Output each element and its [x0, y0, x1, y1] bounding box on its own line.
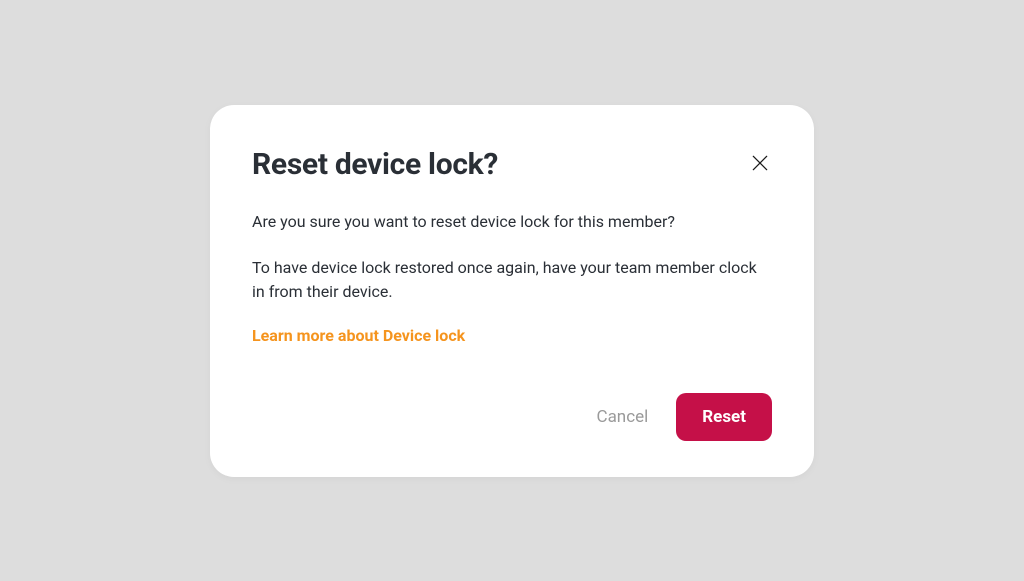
learn-more-link[interactable]: Learn more about Device lock: [252, 326, 465, 345]
reset-device-lock-modal: Reset device lock? Are you sure you want…: [210, 105, 814, 477]
close-icon: [750, 153, 770, 173]
confirmation-question: Are you sure you want to reset device lo…: [252, 210, 772, 234]
modal-title: Reset device lock?: [252, 147, 498, 182]
reset-button[interactable]: Reset: [676, 393, 772, 441]
modal-header: Reset device lock?: [252, 147, 772, 182]
restore-instructions: To have device lock restored once again,…: [252, 256, 772, 304]
modal-footer: Cancel Reset: [252, 393, 772, 441]
modal-body: Are you sure you want to reset device lo…: [252, 210, 772, 345]
close-button[interactable]: [748, 151, 772, 175]
cancel-button[interactable]: Cancel: [589, 395, 657, 439]
